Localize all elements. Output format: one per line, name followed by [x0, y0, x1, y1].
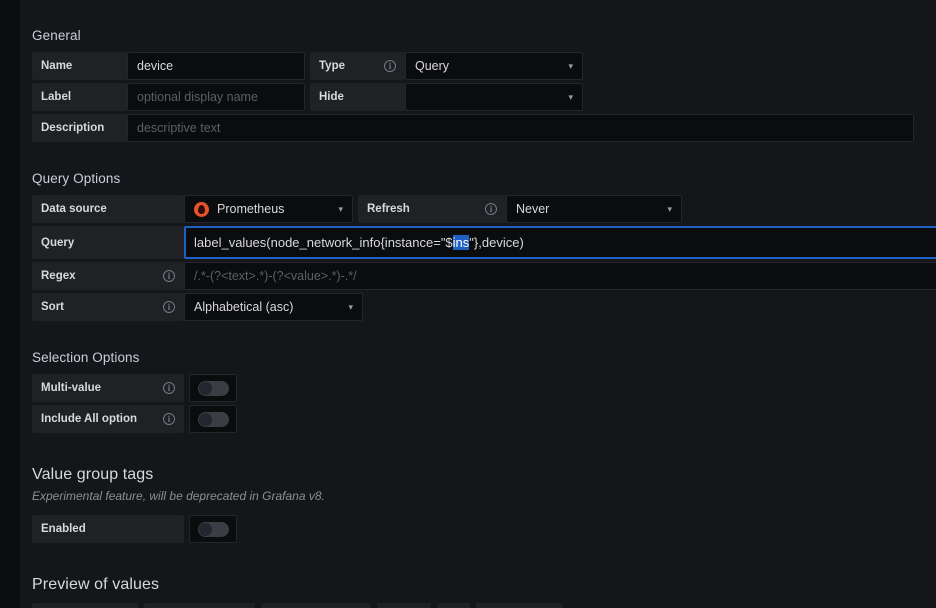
chevron-down-icon: ▾	[568, 60, 573, 71]
row-enabled: Enabled	[32, 515, 936, 543]
variable-editor-page: General Name device Type Query ▾ Label o…	[0, 0, 936, 608]
regex-label: Regex	[32, 262, 184, 290]
description-label: Description	[32, 114, 127, 142]
sort-label: Sort	[32, 293, 184, 321]
include-all-toggle[interactable]	[189, 405, 237, 433]
query-text-selected: ins	[452, 235, 470, 250]
regex-label-text: Regex	[41, 270, 76, 282]
name-input[interactable]: device	[127, 52, 305, 80]
chevron-down-icon: ▾	[568, 91, 573, 102]
query-text-after: "},device)	[469, 235, 524, 250]
section-heading-selection-options: Selection Options	[32, 350, 140, 365]
multi-value-label: Multi-value	[32, 374, 184, 402]
type-label-text: Type	[319, 60, 345, 72]
regex-info-icon[interactable]	[149, 269, 175, 282]
type-info-icon[interactable]	[370, 59, 396, 72]
row-regex: Regex /.*-(?<text>.*)-(?<value>.*)-.*/	[32, 262, 936, 290]
row-query: Query label_values(node_network_info{ins…	[32, 226, 936, 259]
enabled-label: Enabled	[32, 515, 184, 543]
page-left-gutter	[0, 0, 20, 608]
multi-value-info-icon[interactable]	[149, 381, 175, 394]
chevron-down-icon: ▾	[667, 203, 672, 214]
refresh-info-icon[interactable]	[471, 202, 497, 215]
section-heading-general: General	[32, 28, 81, 43]
multi-value-toggle[interactable]	[189, 374, 237, 402]
refresh-select-value: Never	[516, 202, 550, 216]
chevron-down-icon: ▾	[338, 203, 343, 214]
section-heading-query-options: Query Options	[32, 171, 121, 186]
prometheus-icon	[194, 201, 209, 217]
description-input[interactable]: descriptive text	[127, 114, 914, 142]
type-select-value: Query	[415, 59, 450, 73]
chevron-down-icon: ▾	[348, 301, 353, 312]
row-include-all: Include All option	[32, 405, 936, 433]
include-all-label-text: Include All option	[41, 413, 138, 425]
row-description: Description descriptive text	[32, 114, 936, 142]
multi-value-label-text: Multi-value	[41, 382, 102, 394]
sort-select-value: Alphabetical (asc)	[194, 300, 294, 314]
value-group-tags-subtitle: Experimental feature, will be deprecated…	[32, 489, 325, 503]
query-text-before: label_values(node_network_info{instance=…	[194, 235, 453, 250]
section-heading-value-group-tags: Value group tags	[32, 466, 154, 483]
regex-input[interactable]: /.*-(?<text>.*)-(?<value>.*)-.*/	[184, 262, 936, 290]
sort-info-icon[interactable]	[149, 300, 175, 313]
section-heading-preview: Preview of values	[32, 576, 160, 593]
type-label: Type	[310, 52, 405, 80]
row-label: Label optional display name Hide ▾	[32, 83, 936, 111]
preview-value-pill: ens33	[376, 603, 432, 608]
refresh-select[interactable]: Never ▾	[506, 195, 682, 223]
refresh-label: Refresh	[358, 195, 506, 223]
hide-label: Hide	[310, 83, 405, 111]
enabled-toggle[interactable]	[189, 515, 237, 543]
label-input[interactable]: optional display name	[127, 83, 305, 111]
refresh-label-text: Refresh	[367, 203, 410, 215]
include-all-label: Include All option	[32, 405, 184, 433]
preview-value-pill: caliad62fdac5a3	[260, 603, 371, 608]
data-source-value: Prometheus	[217, 202, 285, 216]
row-sort: Sort Alphabetical (asc) ▾	[32, 293, 936, 321]
row-multi-value: Multi-value	[32, 374, 936, 402]
row-name: Name device Type Query ▾	[32, 52, 936, 80]
preview-values-list: cali9e734af84f0 caliaac3dc82b2f caliad62…	[32, 603, 936, 608]
name-label: Name	[32, 52, 127, 80]
data-source-label: Data source	[32, 195, 184, 223]
variable-editor-content: General Name device Type Query ▾ Label o…	[20, 0, 936, 608]
sort-label-text: Sort	[41, 301, 64, 313]
preview-value-pill: caliaac3dc82b2f	[144, 603, 255, 608]
preview-value-pill: cali9e734af84f0	[32, 603, 139, 608]
type-select[interactable]: Query ▾	[405, 52, 583, 80]
row-data-source: Data source Prometheus ▾ Refresh Never ▾	[32, 195, 936, 223]
data-source-select[interactable]: Prometheus ▾	[184, 195, 353, 223]
query-label: Query	[32, 226, 184, 259]
label-label: Label	[32, 83, 127, 111]
include-all-info-icon[interactable]	[149, 412, 175, 425]
preview-value-pill: vxlan.calico	[475, 603, 563, 608]
query-input[interactable]: label_values(node_network_info{instance=…	[184, 226, 936, 259]
preview-value-pill: lo	[437, 603, 470, 608]
hide-select[interactable]: ▾	[405, 83, 583, 111]
sort-select[interactable]: Alphabetical (asc) ▾	[184, 293, 363, 321]
